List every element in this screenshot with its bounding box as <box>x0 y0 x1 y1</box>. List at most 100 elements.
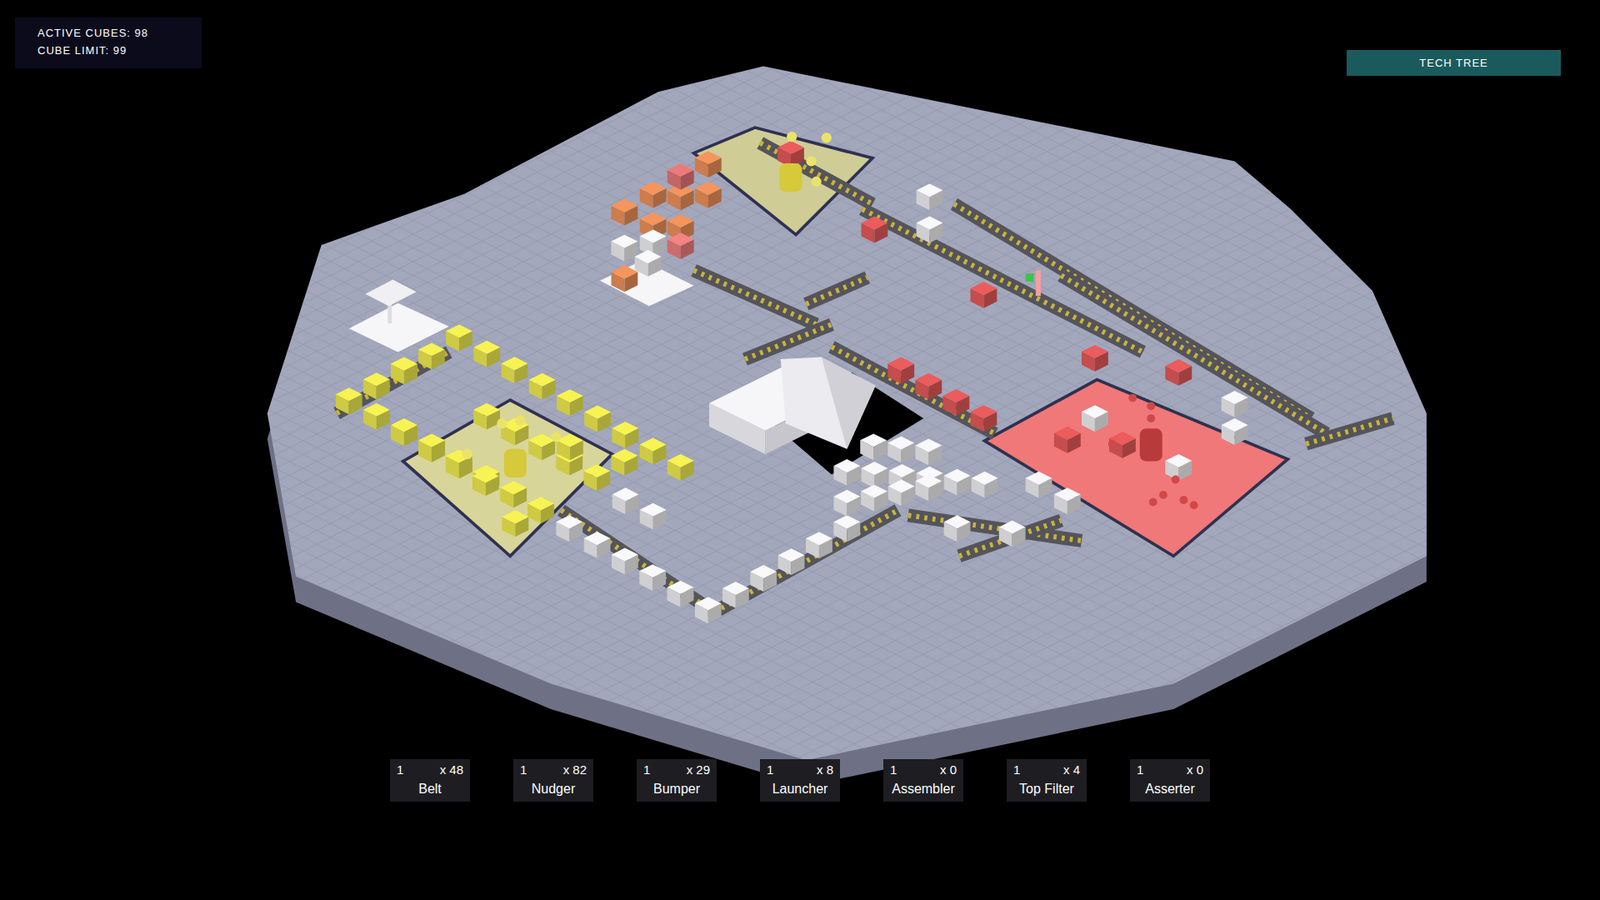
red-emitter <box>1108 394 1199 510</box>
cube <box>445 449 473 476</box>
cube <box>584 405 611 433</box>
cube <box>390 357 418 385</box>
filter-marker <box>1025 270 1041 296</box>
cube <box>944 469 971 496</box>
toolbar-slot[interactable]: 1x 8Launcher <box>760 759 840 802</box>
hud-panel: ACTIVE CUBES: 98 CUBE LIMIT: 99 <box>15 17 202 69</box>
cube <box>944 515 971 542</box>
cube <box>1054 426 1081 454</box>
cube <box>583 464 610 491</box>
cube <box>971 471 999 499</box>
cube <box>390 357 418 385</box>
cube <box>833 515 860 542</box>
cube <box>695 596 722 624</box>
cube <box>1081 345 1109 372</box>
cube <box>833 459 860 486</box>
slot-count: x 82 <box>563 760 587 780</box>
cube <box>999 520 1026 547</box>
slot-label: Nudger <box>520 779 587 800</box>
cube <box>1165 359 1192 386</box>
white-building <box>709 357 876 455</box>
cube <box>500 480 527 508</box>
slot-count: x 29 <box>686 760 710 780</box>
slot-label: Launcher <box>766 779 834 800</box>
cube-limit-text: CUBE LIMIT: 99 <box>37 44 180 58</box>
cube <box>611 548 639 575</box>
belt <box>1060 275 1326 435</box>
active-cubes-text: ACTIVE CUBES: 98 <box>37 26 180 40</box>
slot-hotkey: 1 <box>1013 760 1020 780</box>
cube <box>635 250 662 277</box>
belt <box>959 520 1061 556</box>
cube <box>472 469 500 496</box>
cube <box>1165 454 1192 481</box>
cube <box>363 403 390 430</box>
cube <box>833 490 860 517</box>
cube <box>640 437 667 465</box>
cube <box>860 461 888 489</box>
cube <box>1221 418 1249 445</box>
toolbar-slot[interactable]: 1x 4Top Filter <box>1006 759 1087 802</box>
cube <box>667 454 695 481</box>
cube <box>667 163 695 190</box>
cube <box>473 403 500 430</box>
cube <box>501 356 529 384</box>
cube <box>527 496 555 524</box>
cube <box>695 181 722 209</box>
cube <box>860 485 888 512</box>
cube <box>529 373 556 400</box>
slot-label: Assembler <box>890 779 957 800</box>
cube <box>556 389 584 416</box>
cube <box>335 387 363 415</box>
belt <box>694 270 817 325</box>
cube <box>640 181 667 209</box>
cube <box>1054 487 1081 515</box>
slot-label: Asserter <box>1136 779 1204 800</box>
toolbar-slot[interactable]: 1x 82Nudger <box>513 759 594 802</box>
cube <box>722 581 750 609</box>
yellow-zone-top <box>694 127 873 235</box>
cube <box>942 389 970 416</box>
slot-hotkey: 1 <box>1136 760 1144 780</box>
belt <box>714 510 898 612</box>
white-pad-left <box>349 280 450 353</box>
belt <box>560 510 715 612</box>
slot-hotkey: 1 <box>890 760 897 780</box>
toolbar-slot[interactable]: 1x 48Belt <box>390 759 470 802</box>
cube <box>418 342 445 370</box>
cube <box>667 580 695 608</box>
cube <box>915 373 942 400</box>
slot-label: Top Filter <box>1013 779 1080 800</box>
cube <box>916 183 944 210</box>
cube <box>610 235 638 262</box>
cube <box>1081 405 1109 432</box>
toolbar-slot[interactable]: 1x 0Asserter <box>1130 759 1210 802</box>
cube <box>887 435 915 463</box>
cube <box>860 216 888 244</box>
cube <box>584 531 611 559</box>
cube <box>1025 471 1053 499</box>
cube <box>612 487 640 515</box>
cube <box>860 433 887 460</box>
slot-label: Belt <box>396 779 464 800</box>
game-screen: ACTIVE CUBES: 98 CUBE LIMIT: 99 TECH TREE 1… <box>0 0 1600 900</box>
cube <box>610 449 638 476</box>
toolbar-slot[interactable]: 1x 0Assembler <box>883 759 964 802</box>
cube <box>445 324 473 351</box>
cube <box>750 565 777 592</box>
slot-count: x 8 <box>816 760 834 780</box>
cube <box>418 433 445 460</box>
cube <box>610 265 638 292</box>
toolbar-slot[interactable]: 1 x 29Bumper <box>636 759 717 802</box>
slot-label: Bumper <box>643 779 710 800</box>
platform <box>267 66 1427 761</box>
yellow-emitter <box>462 131 832 478</box>
cube <box>915 439 942 466</box>
belt <box>745 324 832 360</box>
yellow-zone <box>403 400 613 556</box>
cube <box>667 232 695 260</box>
tech-tree-button[interactable]: TECH TREE <box>1346 50 1561 76</box>
toolbar: 1x 48Belt1x 82Nudger1x 29Bumper1x 8Launc… <box>390 759 1210 802</box>
slot-hotkey: 1 <box>643 760 650 780</box>
belt <box>760 142 873 204</box>
